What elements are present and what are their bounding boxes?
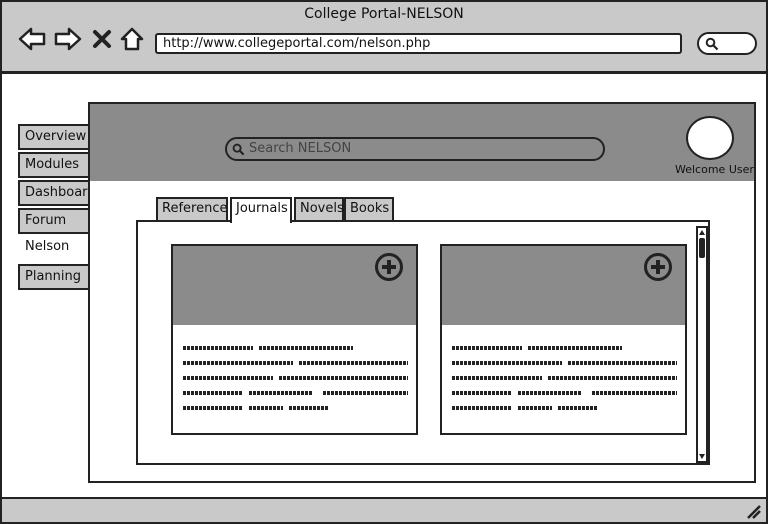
sidebar-item-label: Planning <box>25 269 81 284</box>
search-icon <box>705 37 719 51</box>
sidebar-item-dashboard[interactable]: Dashboard <box>18 180 96 206</box>
sidebar-item-nelson[interactable]: Nelson <box>20 236 90 262</box>
tab-label: Novels <box>300 201 344 216</box>
tab-books[interactable]: Books <box>344 197 394 221</box>
tab-label: Journals <box>236 201 288 216</box>
placeholder-text-line <box>452 376 677 380</box>
avatar[interactable] <box>686 116 734 160</box>
right-arrow-icon[interactable] <box>54 26 82 52</box>
placeholder-text-line <box>452 391 677 395</box>
resize-grip-icon[interactable] <box>744 502 762 520</box>
placeholder-text-line <box>183 376 408 380</box>
sidebar-item-overview[interactable]: Overview <box>18 124 88 150</box>
sidebar-item-label: Forum <box>25 213 67 228</box>
sidebar-item-label: Modules <box>25 157 80 172</box>
plus-circle-icon[interactable] <box>374 252 404 282</box>
tab-panel <box>136 220 710 465</box>
tab-reference[interactable]: Reference <box>156 197 228 221</box>
sidebar-item-label: Overview <box>25 129 87 144</box>
placeholder-image <box>173 246 416 325</box>
page-header: Search NELSON Welcome User <box>90 104 754 181</box>
address-bar[interactable]: http://www.collegeportal.com/nelson.php <box>155 33 682 54</box>
browser-window: College Portal-NELSON http://www.college… <box>0 0 768 524</box>
tab-label: Reference <box>162 201 228 216</box>
scroll-down-icon[interactable] <box>698 451 706 461</box>
window-title: College Portal-NELSON <box>304 6 464 22</box>
journal-card[interactable] <box>171 244 418 435</box>
sidebar-item-forum[interactable]: Forum <box>18 208 88 234</box>
search-input[interactable]: Search NELSON <box>225 137 605 161</box>
placeholder-text-line <box>452 361 677 365</box>
search-placeholder: Search NELSON <box>249 141 352 156</box>
sidebar-item-planning[interactable]: Planning <box>18 264 88 290</box>
placeholder-text-line <box>183 391 408 395</box>
placeholder-text-line <box>452 406 597 410</box>
journal-card[interactable] <box>440 244 687 435</box>
sidebar-item-modules[interactable]: Modules <box>18 152 88 178</box>
left-arrow-icon[interactable] <box>18 26 46 52</box>
tab-label: Books <box>350 201 390 216</box>
scroll-thumb[interactable] <box>699 238 705 258</box>
sidebar-item-label: Nelson <box>25 239 70 254</box>
tab-journals[interactable]: Journals <box>230 197 292 223</box>
close-icon[interactable] <box>90 26 114 52</box>
status-bar <box>2 497 766 522</box>
placeholder-text-line <box>183 406 328 410</box>
sidebar-item-label: Dashboard <box>25 185 96 200</box>
placeholder-text-line <box>183 361 408 365</box>
placeholder-image <box>442 246 685 325</box>
plus-circle-icon[interactable] <box>643 252 673 282</box>
home-icon[interactable] <box>119 26 145 52</box>
browser-toolbar: College Portal-NELSON http://www.college… <box>2 2 766 74</box>
scroll-up-icon[interactable] <box>698 228 706 238</box>
browser-search-field[interactable] <box>697 32 757 55</box>
welcome-text: Welcome User <box>675 163 754 176</box>
placeholder-text-line <box>452 346 622 350</box>
tab-novels[interactable]: Novels <box>294 197 344 221</box>
search-icon <box>232 143 245 156</box>
vertical-scrollbar[interactable] <box>696 226 708 463</box>
content-frame: Search NELSON Welcome User Reference Jou… <box>88 102 756 483</box>
placeholder-text-line <box>183 346 353 350</box>
